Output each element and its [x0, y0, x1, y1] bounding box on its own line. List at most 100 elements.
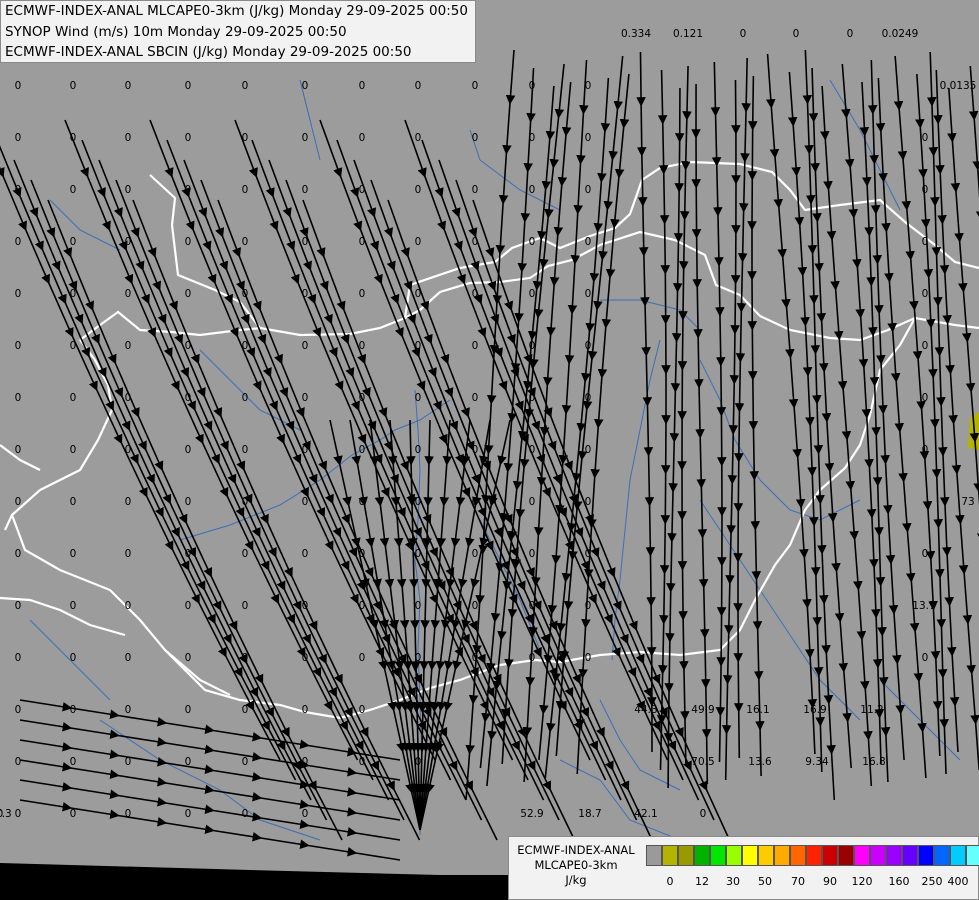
field-value-label: 0: [302, 808, 309, 820]
field-value-label: 0: [922, 444, 929, 456]
legend-tick-label: 30: [726, 875, 740, 888]
field-value-label: 0: [472, 184, 479, 196]
legend-tick-label: 50: [758, 875, 772, 888]
field-value-label: 0: [185, 288, 192, 300]
field-value-label: 9.34: [805, 756, 829, 768]
field-value-label: 0: [415, 132, 422, 144]
field-value-label: 0: [472, 444, 479, 456]
field-value-label: 0: [922, 184, 929, 196]
field-value-label: 0: [359, 444, 366, 456]
field-value-label: 0: [415, 548, 422, 560]
field-value-label: 0: [585, 652, 592, 664]
field-value-label: 0: [415, 236, 422, 248]
color-legend: ECMWF-INDEX-ANAL MLCAPE0-3km J/kg 0 12 30 5…: [508, 836, 979, 900]
field-value-label: 0: [922, 236, 929, 248]
field-value-label: 0: [242, 288, 249, 300]
field-value-label: 0: [70, 548, 77, 560]
field-value-label: 0: [415, 340, 422, 352]
field-value-label: 0: [700, 808, 707, 820]
legend-swatch: [742, 845, 758, 866]
field-value-label: 16.9: [803, 704, 826, 716]
field-value-label: 0: [242, 236, 249, 248]
field-value-label: 0: [70, 756, 77, 768]
field-value-label: 0: [15, 600, 22, 612]
field-value-label: 0: [922, 288, 929, 300]
header-line-wind: SYNOP Wind (m/s) 10m Monday 29-09-2025 0…: [5, 24, 347, 40]
field-value-label: 0: [415, 652, 422, 664]
field-value-label: 0: [529, 600, 536, 612]
legend-tick-label: 12: [695, 875, 709, 888]
field-value-label: 0: [125, 652, 132, 664]
field-value-label: 0: [185, 392, 192, 404]
field-value-label: 0: [922, 132, 929, 144]
field-value-label: 0: [70, 80, 77, 92]
field-value-label: 0: [125, 600, 132, 612]
legend-tick-label: 400: [947, 875, 969, 888]
field-value-label: 0: [529, 236, 536, 248]
field-value-label: 0: [359, 756, 366, 768]
field-value-label: 0: [185, 184, 192, 196]
field-value-label: 0: [15, 236, 22, 248]
field-value-label: 0: [472, 132, 479, 144]
field-value-label: 0: [15, 496, 22, 508]
field-value-label: 0: [15, 756, 22, 768]
field-value-label: 0: [585, 80, 592, 92]
field-value-label: 0: [302, 392, 309, 404]
map-header: ECMWF-INDEX-ANAL MLCAPE0-3km (J/kg) Mond…: [0, 0, 476, 63]
legend-swatch: [854, 845, 870, 866]
field-value-label: 44.3: [634, 704, 657, 716]
field-value-label: 0: [242, 808, 249, 820]
field-value-label: 0: [302, 704, 309, 716]
header-line-cape: ECMWF-INDEX-ANAL MLCAPE0-3km (J/kg) Mond…: [5, 3, 468, 19]
field-value-label: 0: [185, 444, 192, 456]
field-value-label: 0: [185, 548, 192, 560]
field-value-label: 0: [15, 132, 22, 144]
legend-tick-label: 120: [851, 875, 873, 888]
field-value-label: 0: [359, 548, 366, 560]
field-value-label: 0.334: [621, 28, 651, 40]
field-value-label: 0: [415, 392, 422, 404]
field-value-label: 0: [529, 184, 536, 196]
field-value-label: 0: [472, 80, 479, 92]
field-value-label: 0: [125, 808, 132, 820]
field-value-label: 0: [847, 28, 854, 40]
legend-title-parameter: MLCAPE0-3km: [534, 858, 618, 872]
field-value-label: 0: [125, 340, 132, 352]
legend-tick-label: 0: [666, 875, 674, 888]
field-value-label: 0: [302, 756, 309, 768]
field-value-label: 0: [302, 80, 309, 92]
field-value-label: 0: [415, 444, 422, 456]
field-value-label: 0: [185, 652, 192, 664]
field-value-label: 0: [242, 80, 249, 92]
field-value-label: 0: [415, 80, 422, 92]
field-value-label: 0: [15, 80, 22, 92]
field-value-label: 0: [185, 704, 192, 716]
field-value-label: 0: [529, 392, 536, 404]
field-value-label: 0: [529, 652, 536, 664]
field-value-label: 0: [472, 600, 479, 612]
legend-swatch: [966, 845, 979, 866]
legend-swatch: [646, 845, 662, 866]
field-value-label: 0: [585, 132, 592, 144]
field-value-label: 0: [70, 496, 77, 508]
field-value-label: 0: [529, 340, 536, 352]
field-value-label: 0: [359, 392, 366, 404]
field-value-label: 0: [242, 496, 249, 508]
field-value-label: 0: [359, 340, 366, 352]
map-viewer: 0 0 0 0 0 0 0.334 0.121 0 0 0 0.0249 0 0 0 0 0 0 0 0 0 0 0 0.01…: [0, 0, 979, 900]
field-value-label: 0: [70, 652, 77, 664]
field-value-label: 0: [185, 600, 192, 612]
field-value-label: 0: [125, 132, 132, 144]
field-value-label: 0: [15, 444, 22, 456]
field-value-label: 0: [185, 808, 192, 820]
field-value-label: 0: [302, 340, 309, 352]
legend-title: ECMWF-INDEX-ANAL MLCAPE0-3km J/kg: [511, 843, 641, 888]
field-value-label: 0: [585, 392, 592, 404]
field-value-label: 0: [125, 496, 132, 508]
field-value-label: 0: [529, 132, 536, 144]
field-value-label: 0: [472, 496, 479, 508]
field-value-label: 0: [529, 288, 536, 300]
legend-swatch: [726, 845, 742, 866]
field-value-label: 0: [922, 548, 929, 560]
field-value-label: 52.9: [520, 808, 543, 820]
